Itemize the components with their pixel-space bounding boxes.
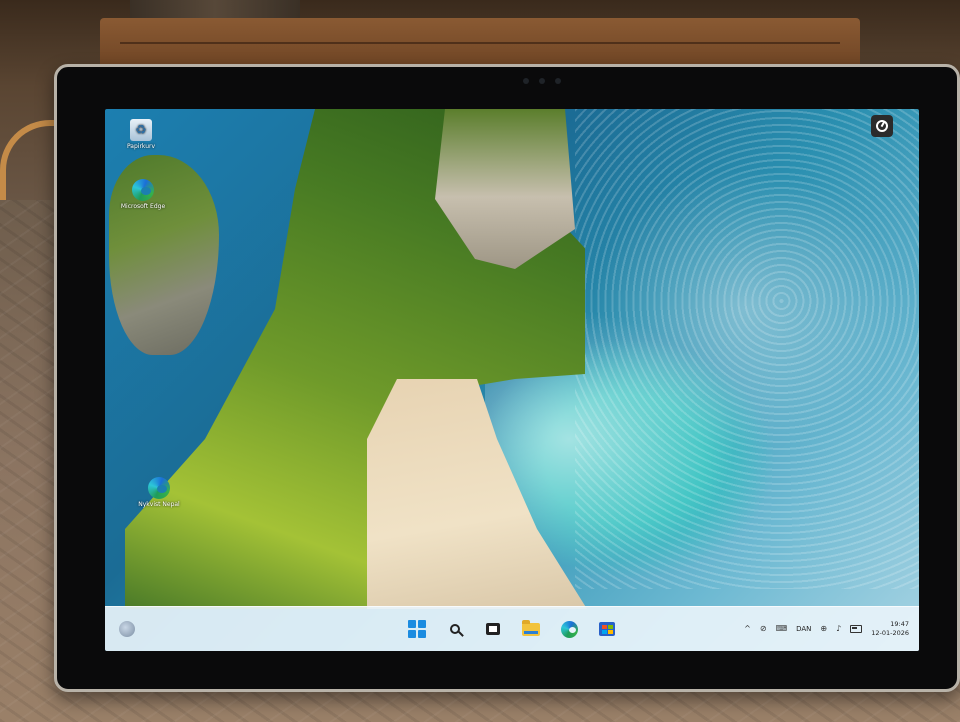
camera-array bbox=[497, 77, 587, 85]
globe-icon[interactable]: ⊕ bbox=[820, 625, 827, 633]
wooden-cabinet bbox=[100, 18, 860, 70]
volume-icon[interactable]: ♪ bbox=[836, 625, 841, 633]
desktop-icon-recycle-bin[interactable]: ♻ Papirkurv bbox=[113, 119, 169, 150]
edge-icon bbox=[560, 620, 578, 638]
edge-icon bbox=[148, 477, 170, 499]
file-explorer-button[interactable] bbox=[522, 619, 540, 638]
desktop-screen: ♻ Papirkurv Microsoft Edge Nykvist Nepal bbox=[105, 109, 919, 651]
network-off-icon[interactable]: ⊘ bbox=[760, 625, 767, 633]
task-view-icon bbox=[486, 623, 500, 635]
clock-shortcut-icon[interactable] bbox=[871, 115, 893, 137]
desktop-icon-label: Nykvist Nepal bbox=[138, 501, 180, 508]
battery-icon[interactable] bbox=[850, 625, 863, 633]
clock-time: 19:47 bbox=[890, 620, 909, 628]
folder-icon bbox=[522, 619, 540, 636]
desktop-icon-label: Papirkurv bbox=[126, 143, 156, 150]
store-icon bbox=[599, 622, 615, 636]
desktop-icon-edge[interactable]: Microsoft Edge bbox=[115, 179, 171, 210]
desktop-icon-nykvist-nepal[interactable]: Nykvist Nepal bbox=[131, 477, 187, 508]
clock-date: 12-01-2026 bbox=[871, 629, 909, 637]
start-button[interactable] bbox=[408, 620, 426, 638]
keyboard-icon[interactable]: ⌨ bbox=[776, 625, 788, 633]
start-icon bbox=[408, 620, 426, 638]
edge-taskbar-button[interactable] bbox=[560, 620, 578, 638]
tablet-device: ♻ Papirkurv Microsoft Edge Nykvist Nepal bbox=[54, 64, 960, 692]
system-tray: ^ ⊘ ⌨ DAN ⊕ ♪ 19:47 12-01-2026 bbox=[744, 607, 909, 651]
search-icon bbox=[450, 624, 460, 634]
taskbar: ^ ⊘ ⌨ DAN ⊕ ♪ 19:47 12-01-2026 bbox=[105, 606, 919, 651]
show-hidden-icons-chevron[interactable]: ^ bbox=[744, 625, 751, 633]
search-button[interactable] bbox=[446, 620, 464, 638]
desktop-icon-label: Microsoft Edge bbox=[120, 203, 166, 210]
edge-icon bbox=[132, 179, 154, 201]
task-view-button[interactable] bbox=[484, 620, 502, 638]
language-indicator[interactable]: DAN bbox=[796, 625, 811, 633]
store-button[interactable] bbox=[598, 620, 616, 638]
clock[interactable]: 19:47 12-01-2026 bbox=[871, 620, 909, 638]
recycle-bin-icon: ♻ bbox=[130, 119, 152, 141]
